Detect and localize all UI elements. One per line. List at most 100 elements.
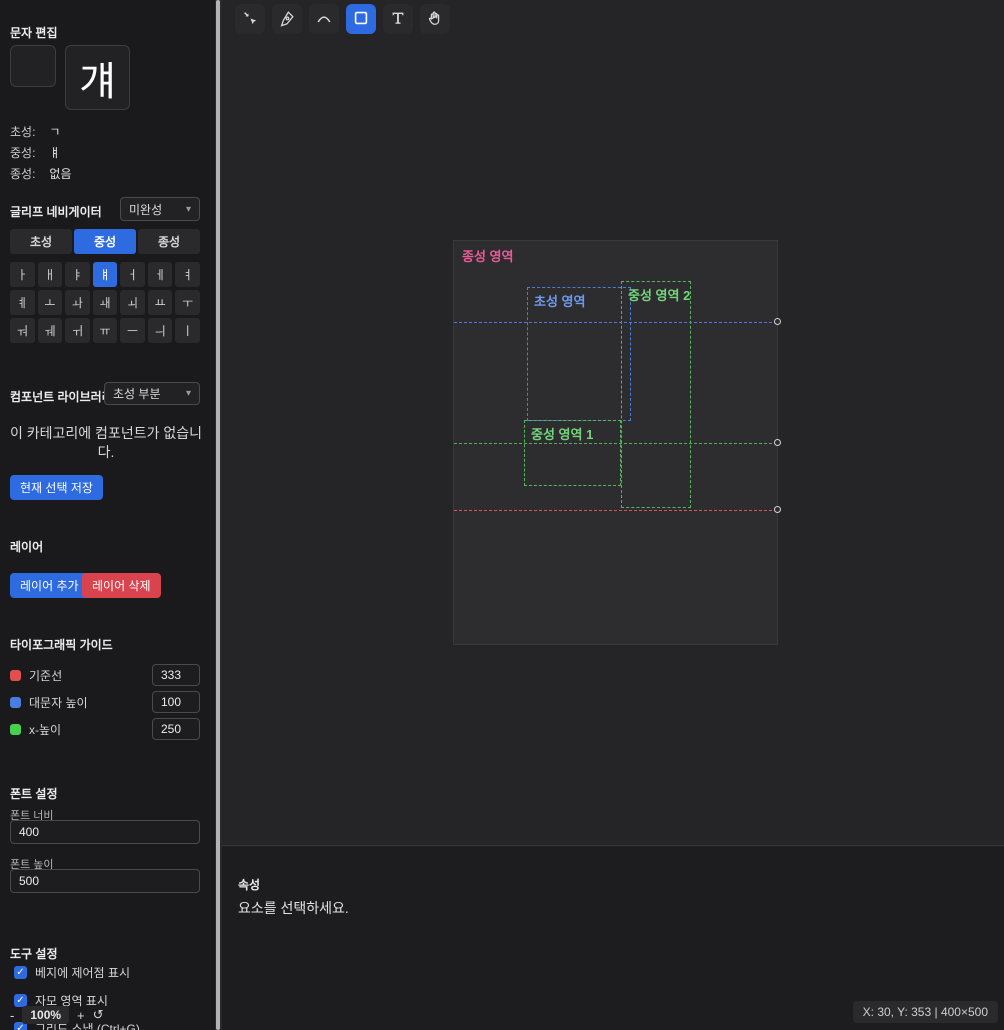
typo-guide-row: 대문자 높이 xyxy=(10,691,200,713)
status-bar: X: 30, Y: 353 | 400×500 xyxy=(853,1001,998,1023)
add-layer-button[interactable]: 레이어 추가 xyxy=(10,573,89,598)
jamo-cell[interactable]: ㅞ xyxy=(38,318,63,343)
guide-value-input[interactable] xyxy=(152,718,200,740)
jamo-cell[interactable]: ㅘ xyxy=(65,290,90,315)
glyph-filter-dropdown[interactable]: 미완성 ▾ xyxy=(120,197,200,221)
char-preview-glyph-box: 걔 xyxy=(65,45,130,110)
font-height-input[interactable] xyxy=(10,869,200,893)
tab-종성[interactable]: 종성 xyxy=(138,229,200,254)
char-preview-empty-box xyxy=(10,45,56,87)
pen-tool-icon xyxy=(278,9,296,30)
properties-message: 요소를 선택하세요. xyxy=(238,898,349,918)
jamo-cell[interactable]: ㅠ xyxy=(93,318,118,343)
text-tool-button[interactable] xyxy=(383,4,413,34)
jamo-cell[interactable]: ㅐ xyxy=(38,262,63,287)
scrollbar-thumb[interactable] xyxy=(216,0,220,1030)
tool-checkbox-row: ✓ 베지에 제어점 표시 xyxy=(14,964,130,981)
jongseong-region-label: 종성 영역 xyxy=(462,246,513,265)
jamo-cell[interactable]: ㅏ xyxy=(10,262,35,287)
guide-label: x-높이 xyxy=(29,721,152,738)
typo-guides-title: 타이포그래픽 가이드 xyxy=(10,636,113,653)
jamo-cell[interactable]: ㅖ xyxy=(10,290,35,315)
glyph-canvas[interactable]: 종성 영역 초성 영역중성 영역 2 중성 영역 1 xyxy=(453,240,778,645)
guide-color-dot xyxy=(10,670,21,681)
jamo-cell[interactable]: ㅒ xyxy=(93,262,118,287)
guide-label: 기준선 xyxy=(29,667,152,684)
component-filter-dropdown[interactable]: 초성 부분 ▾ xyxy=(104,382,200,405)
guide-value-input[interactable] xyxy=(152,691,200,713)
char-edit-title: 문자 편집 xyxy=(10,24,58,41)
char-info-line: 종성:없음 xyxy=(10,165,200,182)
save-selection-button[interactable]: 현재 선택 저장 xyxy=(10,475,103,500)
component-empty-message: 이 카테고리에 컴포넌트가 없습니다. xyxy=(10,424,202,462)
region-label: 중성 영역 2 xyxy=(628,285,690,304)
rect-tool-button[interactable] xyxy=(346,4,376,34)
info-value: 없음 xyxy=(49,167,71,181)
tool-settings-title: 도구 설정 xyxy=(10,945,58,962)
capital-height-guide[interactable] xyxy=(454,322,777,323)
char-info-line: 중성: ㅒ xyxy=(10,144,200,161)
hand-tool-icon xyxy=(426,9,444,30)
x-height-guide[interactable] xyxy=(454,443,777,444)
select-tool-button[interactable] xyxy=(235,4,265,34)
baseline-guide-handle[interactable] xyxy=(774,506,781,513)
jamo-cell[interactable]: ㅔ xyxy=(148,262,173,287)
jamo-cell[interactable]: ㅛ xyxy=(148,290,173,315)
jamo-cell[interactable]: ㅙ xyxy=(93,290,118,315)
jamo-cell[interactable]: ㅓ xyxy=(120,262,145,287)
guide-color-dot xyxy=(10,724,21,735)
font-settings-title: 폰트 설정 xyxy=(10,785,58,802)
jamo-grid: ㅏㅐㅑㅒㅓㅔㅕㅖㅗㅘㅙㅚㅛㅜㅝㅞㅟㅠㅡㅢㅣ xyxy=(10,262,200,343)
guide-color-dot xyxy=(10,697,21,708)
baseline-guide[interactable] xyxy=(454,510,777,511)
char-info: 초성:ㄱ 중성: ㅒ 종성:없음 xyxy=(10,123,200,186)
checkbox-checked[interactable]: ✓ xyxy=(14,966,27,979)
glyph-filter-value: 미완성 xyxy=(129,201,162,218)
guide-value-input[interactable] xyxy=(152,664,200,686)
jamo-cell[interactable]: ㅕ xyxy=(175,262,200,287)
typo-guide-row: 기준선 xyxy=(10,664,200,686)
jamo-cell[interactable]: ㅗ xyxy=(38,290,63,315)
canvas-area[interactable]: 종성 영역 초성 영역중성 영역 2 중성 영역 1 xyxy=(222,0,1004,845)
jamo-tabs: 초성중성종성 xyxy=(10,229,200,254)
zoom-controls: - 100% + ↺ xyxy=(10,1006,104,1024)
zoom-level: 100% xyxy=(22,1006,69,1024)
curve-tool-button[interactable] xyxy=(309,4,339,34)
tab-중성[interactable]: 중성 xyxy=(74,229,136,254)
region-box[interactable]: 초성 영역 xyxy=(527,287,631,421)
jamo-cell[interactable]: ㅢ xyxy=(148,318,173,343)
region-box[interactable]: 중성 영역 1 xyxy=(524,420,621,486)
checkbox-label: 베지에 제어점 표시 xyxy=(35,964,130,981)
sidebar: 문자 편집 걔 초성:ㄱ 중성: ㅒ 종성:없음 글리프 네비게이터 미완성 ▾ 초성… xyxy=(0,0,215,1030)
char-info-line: 초성:ㄱ xyxy=(10,123,200,140)
jamo-cell[interactable]: ㅜ xyxy=(175,290,200,315)
char-preview-glyph: 걔 xyxy=(79,49,116,107)
glyph-editor-app: 문자 편집 걔 초성:ㄱ 중성: ㅒ 종성:없음 글리프 네비게이터 미완성 ▾ 초성… xyxy=(0,0,1004,1030)
sidebar-scrollbar[interactable] xyxy=(215,0,222,1030)
zoom-out-button[interactable]: - xyxy=(10,1008,14,1023)
info-value: ㅒ xyxy=(49,146,60,160)
tab-초성[interactable]: 초성 xyxy=(10,229,72,254)
zoom-reset-icon[interactable]: ↺ xyxy=(93,1007,104,1023)
jamo-cell[interactable]: ㅝ xyxy=(10,318,35,343)
jamo-cell[interactable]: ㅟ xyxy=(65,318,90,343)
region-box[interactable]: 중성 영역 2 xyxy=(621,281,691,508)
curve-tool-icon xyxy=(315,9,333,30)
region-label: 중성 영역 1 xyxy=(531,424,593,443)
delete-layer-button[interactable]: 레이어 삭제 xyxy=(82,573,161,598)
x-height-guide-handle[interactable] xyxy=(774,439,781,446)
zoom-in-button[interactable]: + xyxy=(77,1008,85,1023)
info-label: 중성: xyxy=(10,146,35,160)
jamo-cell[interactable]: ㅑ xyxy=(65,262,90,287)
layers-title: 레이어 xyxy=(10,538,43,555)
jamo-cell[interactable]: ㅣ xyxy=(175,318,200,343)
jamo-cell[interactable]: ㅡ xyxy=(120,318,145,343)
pen-tool-button[interactable] xyxy=(272,4,302,34)
glyph-navigator-title: 글리프 네비게이터 xyxy=(10,203,102,220)
hand-tool-button[interactable] xyxy=(420,4,450,34)
info-value: ㄱ xyxy=(49,125,60,139)
capital-height-guide-handle[interactable] xyxy=(774,318,781,325)
font-width-input[interactable] xyxy=(10,820,200,844)
jamo-cell[interactable]: ㅚ xyxy=(120,290,145,315)
properties-panel: 속성 요소를 선택하세요. X: 30, Y: 353 | 400×500 xyxy=(222,845,1004,1030)
